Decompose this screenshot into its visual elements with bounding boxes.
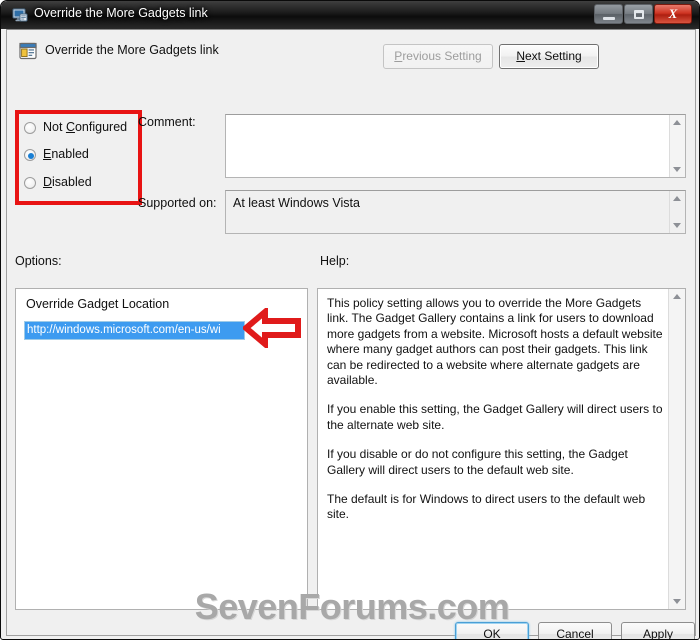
next-setting-label: Next Setting [516,49,582,63]
scroll-down-icon[interactable] [673,167,681,172]
previous-setting-button[interactable]: Previous Setting [383,44,493,69]
help-panel: This policy setting allows you to overri… [317,288,686,610]
help-paragraph: If you disable or do not configure this … [327,447,628,477]
help-paragraph: This policy setting allows you to overri… [327,296,663,388]
comment-label: Comment: [138,115,196,129]
supported-on-box: At least Windows Vista [225,190,686,234]
help-paragraph: The default is for Windows to direct use… [327,492,646,522]
help-label: Help: [320,254,350,268]
supported-on-value: At least Windows Vista [233,196,360,210]
policy-setting-dialog: Override the More Gadgets link X Overrid… [0,0,700,640]
help-text: This policy setting allows you to overri… [327,296,663,537]
radio-disabled-label: Disabled [43,175,92,189]
window-title: Override the More Gadgets link [34,6,208,20]
scroll-up-icon[interactable] [673,120,681,125]
close-button[interactable]: X [654,4,692,24]
cancel-button[interactable]: Cancel [538,622,612,639]
radio-disabled-dot [24,177,36,189]
title-bar[interactable]: Override the More Gadgets link X [1,1,699,29]
minimize-icon [603,17,615,20]
minimize-button[interactable] [594,4,623,24]
help-paragraph: If you enable this setting, the Gadget G… [327,402,663,432]
scroll-down-icon[interactable] [673,223,681,228]
radio-enabled-dot [24,149,36,161]
maximize-button[interactable] [624,4,653,24]
scroll-up-icon[interactable] [673,196,681,201]
supported-on-label: Supported on: [138,196,217,210]
gadget-location-input[interactable]: http://windows.microsoft.com/en-us/wi [24,321,245,340]
policy-window-icon [12,8,28,22]
help-scrollbar[interactable] [668,289,685,609]
group-policy-setting-icon [19,42,37,60]
options-label: Options: [15,254,62,268]
maximize-icon [634,10,644,19]
gadget-location-value: http://windows.microsoft.com/en-us/wi [25,322,244,339]
radio-not-configured-dot [24,122,36,134]
radio-enabled-label: Enabled [43,147,89,161]
scroll-up-icon[interactable] [673,294,681,299]
setting-title: Override the More Gadgets link [45,43,219,57]
previous-setting-label: Previous Setting [394,49,482,63]
option-group-title: Override Gadget Location [26,297,170,311]
supported-on-scrollbar[interactable] [669,191,685,233]
dialog-client-area: Override the More Gadgets link Previous … [6,29,696,639]
apply-button[interactable]: Apply [621,622,695,639]
close-icon: X [668,6,678,21]
annotation-arrow-icon [243,308,301,348]
ok-button[interactable]: OK [455,622,529,639]
comment-scrollbar[interactable] [669,115,685,177]
radio-not-configured-label: Not Configured [43,120,128,134]
comment-textarea[interactable] [225,114,686,178]
next-setting-button[interactable]: Next Setting [499,44,599,69]
